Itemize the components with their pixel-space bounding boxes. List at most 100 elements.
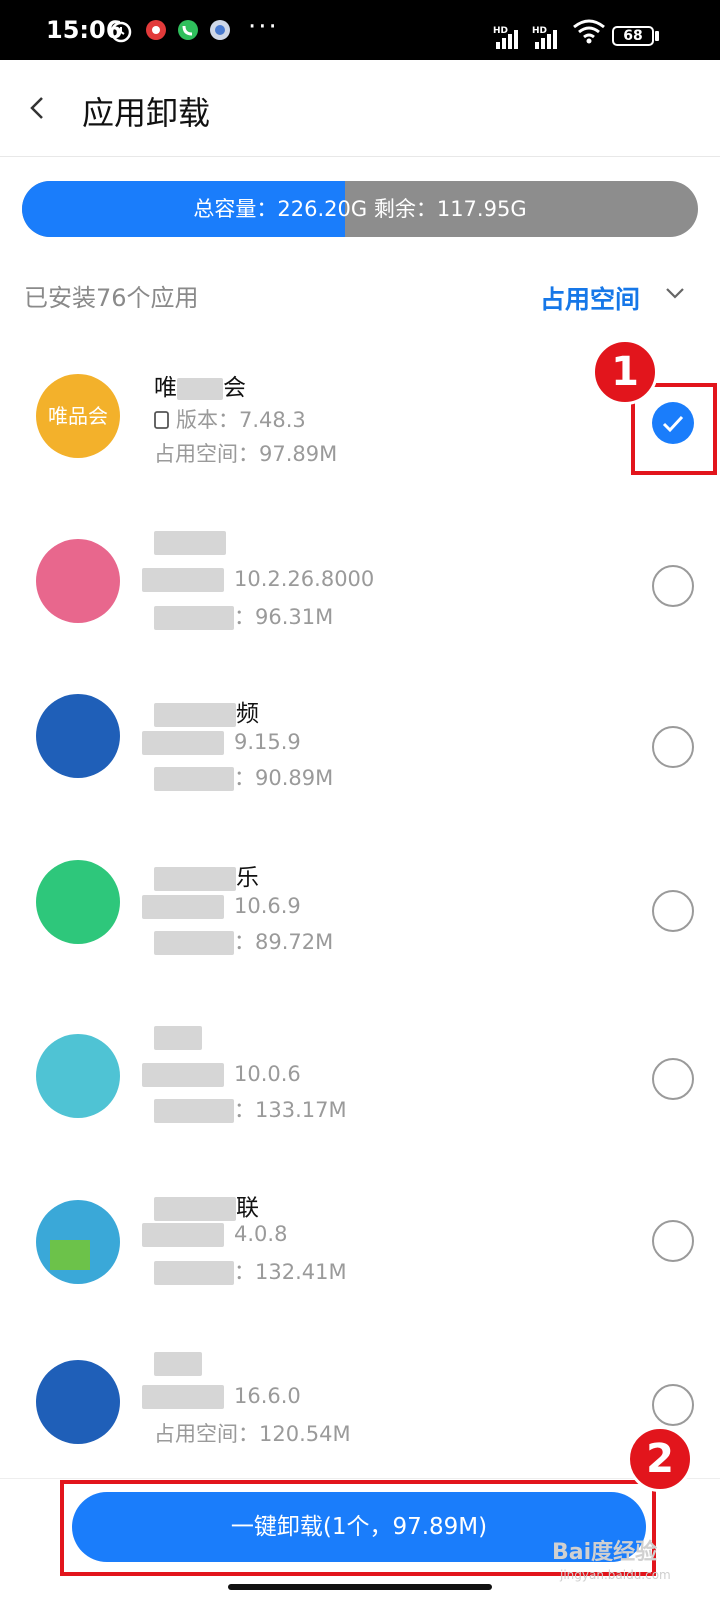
app-icon-pixelated (36, 860, 120, 944)
app-version: 10.6.9 (142, 894, 301, 919)
redacted-block (142, 1063, 224, 1087)
battery-icon: 68 (612, 26, 654, 46)
app-name: 联 (154, 1188, 259, 1222)
redacted-block (142, 568, 224, 592)
app-name: 乐 (154, 858, 259, 892)
size-value: 96.31M (255, 605, 334, 629)
version-label: 版本： (176, 408, 239, 432)
redacted-block (142, 1385, 224, 1409)
wifi-icon (573, 19, 605, 44)
battery-tip (655, 31, 659, 41)
status-bar: 15:06 ··· HD HD 68 (0, 0, 720, 60)
app-row[interactable]: 频 9.15.9 ：90.89M (0, 672, 720, 832)
version-value: 7.48.3 (239, 408, 306, 432)
redacted-block (154, 866, 236, 891)
version-value: 16.6.0 (234, 1384, 301, 1408)
redacted-block (154, 1196, 236, 1221)
select-checkbox[interactable] (652, 890, 694, 932)
storage-usage-bar: 总容量：226.20G 剩余：117.95G (22, 181, 698, 237)
signal-2-icon (535, 30, 557, 49)
app-version: 16.6.0 (142, 1384, 301, 1409)
chevron-down-icon[interactable] (662, 280, 688, 306)
app-name: 频 (154, 694, 259, 728)
version-value: 4.0.8 (234, 1222, 288, 1246)
size-value: 97.89M (259, 442, 338, 466)
app-name (154, 1350, 202, 1376)
size-value: 133.17M (255, 1098, 347, 1122)
app-size: 占用空间：97.89M (154, 438, 337, 468)
redacted-block (154, 606, 234, 630)
app-row[interactable]: 10.0.6 ：133.17M (0, 1012, 720, 1172)
redacted-block (154, 767, 234, 791)
app-size: ：89.72M (154, 926, 333, 956)
app-name-prefix: 唯 (154, 375, 177, 401)
version-value: 10.0.6 (234, 1062, 301, 1086)
app-name: 唯会 (154, 368, 246, 402)
select-checkbox[interactable] (652, 565, 694, 607)
app-row[interactable]: 联 4.0.8 ：132.41M (0, 1178, 720, 1338)
app-size: ：90.89M (154, 762, 333, 792)
signal-1-icon (496, 30, 518, 49)
select-checkbox[interactable] (652, 1220, 694, 1262)
version-value: 10.2.26.8000 (234, 567, 375, 591)
size-value: 132.41M (255, 1260, 347, 1284)
home-indicator[interactable] (228, 1584, 492, 1590)
app-notification-icon (210, 20, 230, 40)
app-version: 版本：7.48.3 (154, 404, 306, 434)
app-icon-pixelated (36, 1360, 120, 1444)
icon-green-patch (50, 1240, 90, 1270)
app-row[interactable]: 16.6.0 占用空间：120.54M (0, 1340, 720, 1480)
app-icon-pixelated (36, 539, 120, 623)
alarm-icon (110, 21, 132, 43)
redacted-block (142, 731, 224, 755)
select-checkbox[interactable] (652, 726, 694, 768)
device-icon (154, 411, 169, 429)
app-icon-pixelated (36, 694, 120, 778)
app-header: 应用卸载 (0, 60, 720, 157)
watermark-url: jingyan.baidu.com (560, 1568, 671, 1582)
watermark-logo: Bai度经验 (552, 1540, 658, 1565)
installed-count: 已安装76个应用 (24, 284, 199, 312)
redacted-block (154, 1099, 234, 1123)
select-checkbox[interactable] (652, 1058, 694, 1100)
app-version: 10.0.6 (142, 1062, 301, 1087)
redacted-block (154, 1025, 202, 1050)
version-value: 9.15.9 (234, 730, 301, 754)
app-icon-pixelated (36, 1034, 120, 1118)
battery-level: 68 (623, 28, 643, 44)
app-version: 9.15.9 (142, 730, 301, 755)
app-name (154, 1024, 202, 1050)
size-value: 120.54M (259, 1422, 351, 1446)
redacted-block (142, 895, 224, 919)
annotation-number-2: 2 (627, 1426, 693, 1492)
size-label: 占用空间： (154, 442, 259, 466)
version-value: 10.6.9 (234, 894, 301, 918)
app-size: ：133.17M (154, 1094, 347, 1124)
redacted-block (154, 1261, 234, 1285)
app-icon-vipshop: 唯品会 (36, 374, 120, 458)
app-size: 占用空间：120.54M (154, 1418, 351, 1448)
app-row[interactable]: 10.2.26.8000 ：96.31M (0, 505, 720, 665)
app-icon-pixelated (36, 1200, 120, 1284)
phone-call-icon (178, 20, 198, 40)
app-icon-text: 唯品会 (48, 404, 108, 428)
size-value: 89.72M (255, 930, 334, 954)
status-overflow-dots: ··· (248, 12, 279, 42)
app-name (154, 529, 226, 555)
app-version: 10.2.26.8000 (142, 567, 374, 592)
annotation-number-1: 1 (592, 339, 658, 405)
redacted-block (154, 931, 234, 955)
sort-dropdown-label[interactable]: 占用空间 (540, 280, 640, 316)
app-size: ：132.41M (154, 1256, 347, 1286)
redacted-block (177, 377, 223, 400)
size-label: 占用空间： (154, 1422, 259, 1446)
page-title: 应用卸载 (82, 94, 211, 132)
select-checkbox[interactable] (652, 1384, 694, 1426)
app-row[interactable]: 乐 10.6.9 ：89.72M (0, 838, 720, 998)
app-name-suffix: 会 (223, 375, 246, 401)
redacted-block (154, 530, 226, 555)
back-arrow-icon[interactable] (18, 88, 58, 128)
redacted-block (142, 1223, 224, 1247)
storage-text: 总容量：226.20G 剩余：117.95G (193, 197, 527, 221)
redacted-block (154, 1351, 202, 1376)
